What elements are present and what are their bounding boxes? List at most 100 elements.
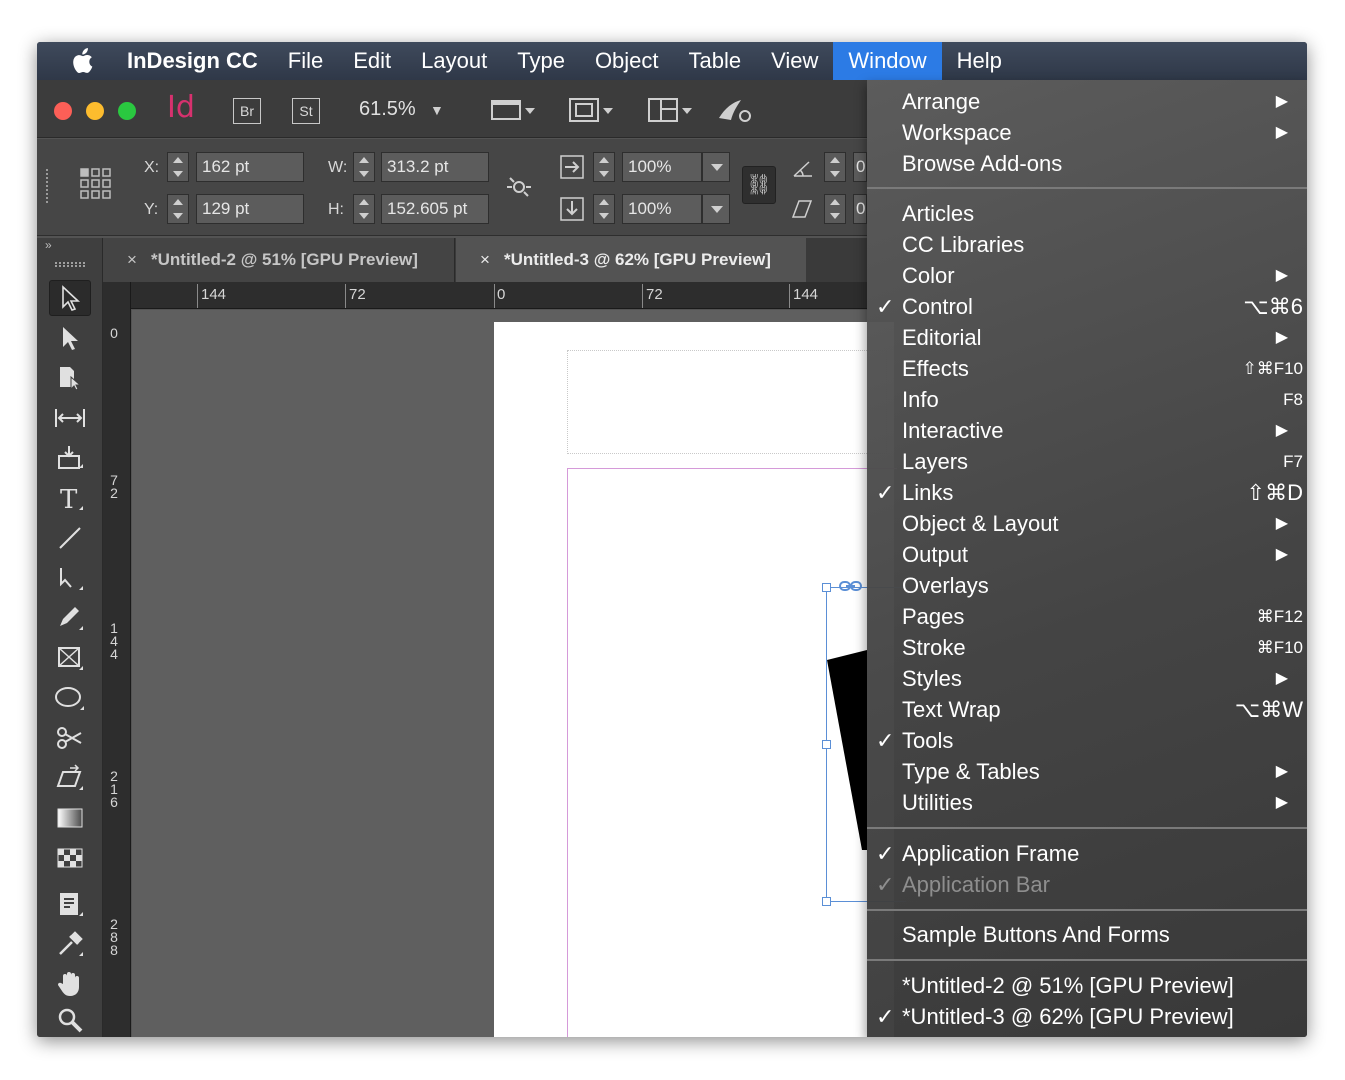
tools-grip[interactable] <box>55 262 85 267</box>
constrain-proportions-icon[interactable] <box>505 173 533 206</box>
gap-tool-icon[interactable] <box>49 400 91 436</box>
menu-item-overlays[interactable]: Overlays <box>867 570 1307 601</box>
menu-item-cc-libraries[interactable]: CC Libraries <box>867 229 1307 260</box>
free-transform-tool-icon[interactable] <box>49 760 91 796</box>
rotate-stepper[interactable] <box>824 152 846 182</box>
adobe-stock-button[interactable]: St <box>292 98 320 124</box>
menu-layout[interactable]: Layout <box>406 42 502 80</box>
control-panel-grip[interactable] <box>46 169 50 203</box>
screen-mode-icon[interactable] <box>567 94 615 126</box>
zoom-tool-icon[interactable] <box>49 1002 91 1037</box>
menu-item-sample-buttons-and-forms[interactable]: Sample Buttons And Forms <box>867 919 1307 950</box>
menu-item-links[interactable]: ✓ Links ⇧⌘D <box>867 477 1307 508</box>
menu-item-pages[interactable]: Pages ⌘F12 <box>867 601 1307 632</box>
ellipse-tool-icon[interactable] <box>49 680 91 716</box>
menu-item-workspace[interactable]: Workspace ▶ <box>867 117 1307 148</box>
menu-item-browse-add-ons[interactable]: Browse Add-ons <box>867 148 1307 179</box>
menu-app-name[interactable]: InDesign CC <box>127 42 273 80</box>
link-scale-icon[interactable]: ⛓ <box>742 166 776 204</box>
content-collector-tool-icon[interactable] <box>49 440 91 476</box>
menu-item-info[interactable]: Info F8 <box>867 384 1307 415</box>
gradient-feather-tool-icon[interactable] <box>49 840 91 876</box>
menu-item-utilities[interactable]: Utilities ▶ <box>867 787 1307 818</box>
x-position-field[interactable]: 162 pt <box>196 152 304 182</box>
arrange-documents-icon[interactable] <box>646 94 694 126</box>
hand-tool-icon[interactable] <box>49 966 91 1002</box>
menu-item-effects[interactable]: Effects ⇧⌘F10 <box>867 353 1307 384</box>
menu-file[interactable]: File <box>273 42 338 80</box>
document-page[interactable] <box>494 322 906 1037</box>
menu-item-tools[interactable]: ✓ Tools <box>867 725 1307 756</box>
zoom-window-button[interactable] <box>118 102 136 120</box>
zoom-dropdown-icon[interactable]: ▼ <box>430 102 444 118</box>
menu-item-output[interactable]: Output ▶ <box>867 539 1307 570</box>
menu-edit[interactable]: Edit <box>338 42 406 80</box>
page-tool-icon[interactable] <box>49 360 91 396</box>
scale-x-field[interactable]: 100% <box>622 152 702 182</box>
menu-view[interactable]: View <box>756 42 833 80</box>
bridge-button[interactable]: Br <box>233 98 261 124</box>
menu-type[interactable]: Type <box>502 42 580 80</box>
frame-handle[interactable] <box>822 897 831 906</box>
menu-item-stroke[interactable]: Stroke ⌘F10 <box>867 632 1307 663</box>
y-position-field[interactable]: 129 pt <box>196 194 304 224</box>
zoom-level[interactable]: 61.5% <box>359 98 416 121</box>
scale-y-stepper[interactable] <box>593 194 615 224</box>
menu-table[interactable]: Table <box>674 42 757 80</box>
apple-icon[interactable] <box>37 48 127 74</box>
minimize-window-button[interactable] <box>86 102 104 120</box>
line-tool-icon[interactable] <box>49 520 91 556</box>
scale-y-dropdown[interactable] <box>702 194 730 224</box>
menu-item-styles[interactable]: Styles ▶ <box>867 663 1307 694</box>
ruler-origin[interactable] <box>103 282 131 309</box>
tab-untitled-2[interactable]: × *Untitled-2 @ 51% [GPU Preview] <box>103 238 455 282</box>
menu-item-document-untitled-3[interactable]: ✓ *Untitled-3 @ 62% [GPU Preview] <box>867 1001 1307 1032</box>
pen-tool-icon[interactable] <box>49 560 91 596</box>
menu-item-editorial[interactable]: Editorial ▶ <box>867 322 1307 353</box>
close-window-button[interactable] <box>54 102 72 120</box>
rectangle-frame-tool-icon[interactable] <box>49 640 91 676</box>
menu-help[interactable]: Help <box>942 42 1017 80</box>
gradient-swatch-tool-icon[interactable] <box>49 800 91 836</box>
reference-point-icon[interactable] <box>79 167 113 206</box>
frame-handle[interactable] <box>822 583 831 592</box>
eyedropper-tool-icon[interactable] <box>49 926 91 962</box>
menu-item-type-tables[interactable]: Type & Tables ▶ <box>867 756 1307 787</box>
view-options-icon[interactable] <box>489 94 537 126</box>
gpu-performance-icon[interactable] <box>713 94 761 126</box>
rotate-angle-field[interactable]: 0 <box>853 152 867 182</box>
x-stepper[interactable] <box>167 152 189 182</box>
menu-item-object-layout[interactable]: Object & Layout ▶ <box>867 508 1307 539</box>
note-tool-icon[interactable] <box>49 886 91 922</box>
width-field[interactable]: 313.2 pt <box>381 152 489 182</box>
menu-item-interactive[interactable]: Interactive ▶ <box>867 415 1307 446</box>
shear-angle-field[interactable]: 0 <box>853 194 867 224</box>
menu-item-control[interactable]: ✓ Control ⌥⌘6 <box>867 291 1307 322</box>
w-stepper[interactable] <box>353 152 375 182</box>
menu-item-text-wrap[interactable]: Text Wrap ⌥⌘W <box>867 694 1307 725</box>
close-tab-icon[interactable]: × <box>127 238 151 282</box>
menu-window[interactable]: Window <box>833 42 942 80</box>
menu-item-color[interactable]: Color ▶ <box>867 260 1307 291</box>
horizontal-ruler[interactable]: 144 72 0 72 144 <box>103 282 867 309</box>
menu-item-arrange[interactable]: Arrange ▶ <box>867 86 1307 117</box>
menu-item-layers[interactable]: Layers F7 <box>867 446 1307 477</box>
vertical-ruler[interactable]: 0 72 144 216 288 <box>103 309 131 1037</box>
link-badge-icon[interactable] <box>839 579 863 598</box>
menu-item-document-untitled-2[interactable]: *Untitled-2 @ 51% [GPU Preview] <box>867 970 1307 1001</box>
h-stepper[interactable] <box>353 194 375 224</box>
tools-collapse-icon[interactable]: » <box>37 238 102 260</box>
y-stepper[interactable] <box>167 194 189 224</box>
height-field[interactable]: 152.605 pt <box>381 194 489 224</box>
tab-untitled-3[interactable]: × *Untitled-3 @ 62% [GPU Preview] <box>456 238 806 282</box>
menu-item-articles[interactable]: Articles <box>867 198 1307 229</box>
selection-tool-icon[interactable] <box>49 280 91 316</box>
scale-x-dropdown[interactable] <box>702 152 730 182</box>
close-tab-icon[interactable]: × <box>480 238 504 282</box>
direct-selection-tool-icon[interactable] <box>49 320 91 356</box>
pencil-tool-icon[interactable] <box>49 600 91 636</box>
menu-item-application-frame[interactable]: ✓ Application Frame <box>867 838 1307 869</box>
scale-y-field[interactable]: 100% <box>622 194 702 224</box>
scissors-tool-icon[interactable] <box>49 720 91 756</box>
type-tool-icon[interactable]: T <box>49 480 91 516</box>
